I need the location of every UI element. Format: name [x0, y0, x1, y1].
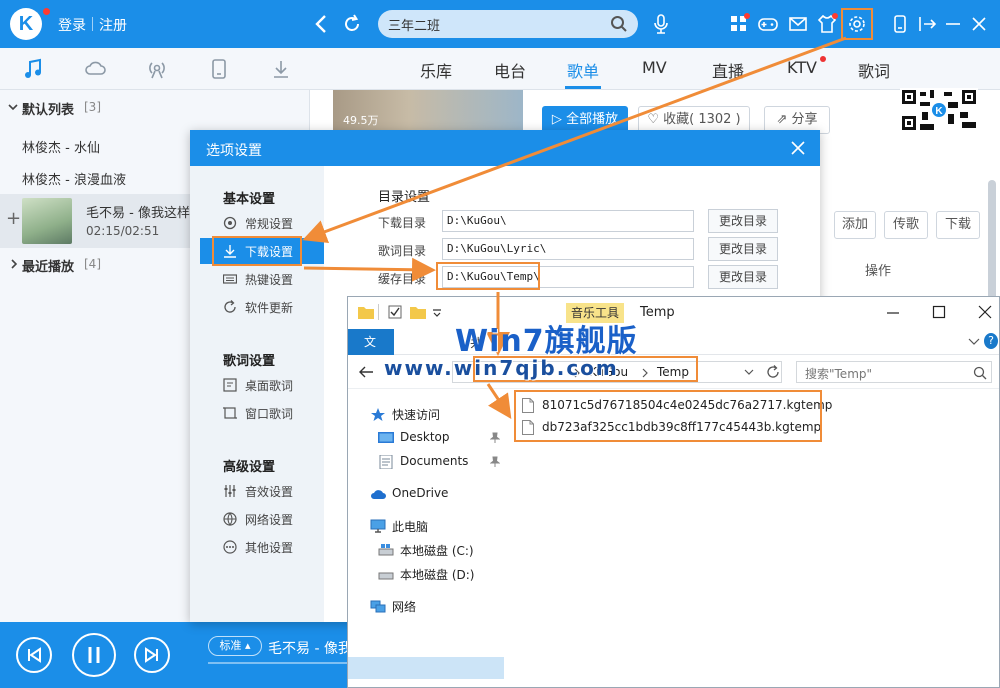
watermark-logo: Win7旗舰版 — [455, 324, 638, 359]
watermark-url: www.win7qjb.com — [384, 356, 619, 380]
arrow-settings-to-download — [302, 36, 847, 243]
arrow-address-to-files — [486, 383, 512, 419]
arrow-download-to-cache — [303, 257, 436, 282]
